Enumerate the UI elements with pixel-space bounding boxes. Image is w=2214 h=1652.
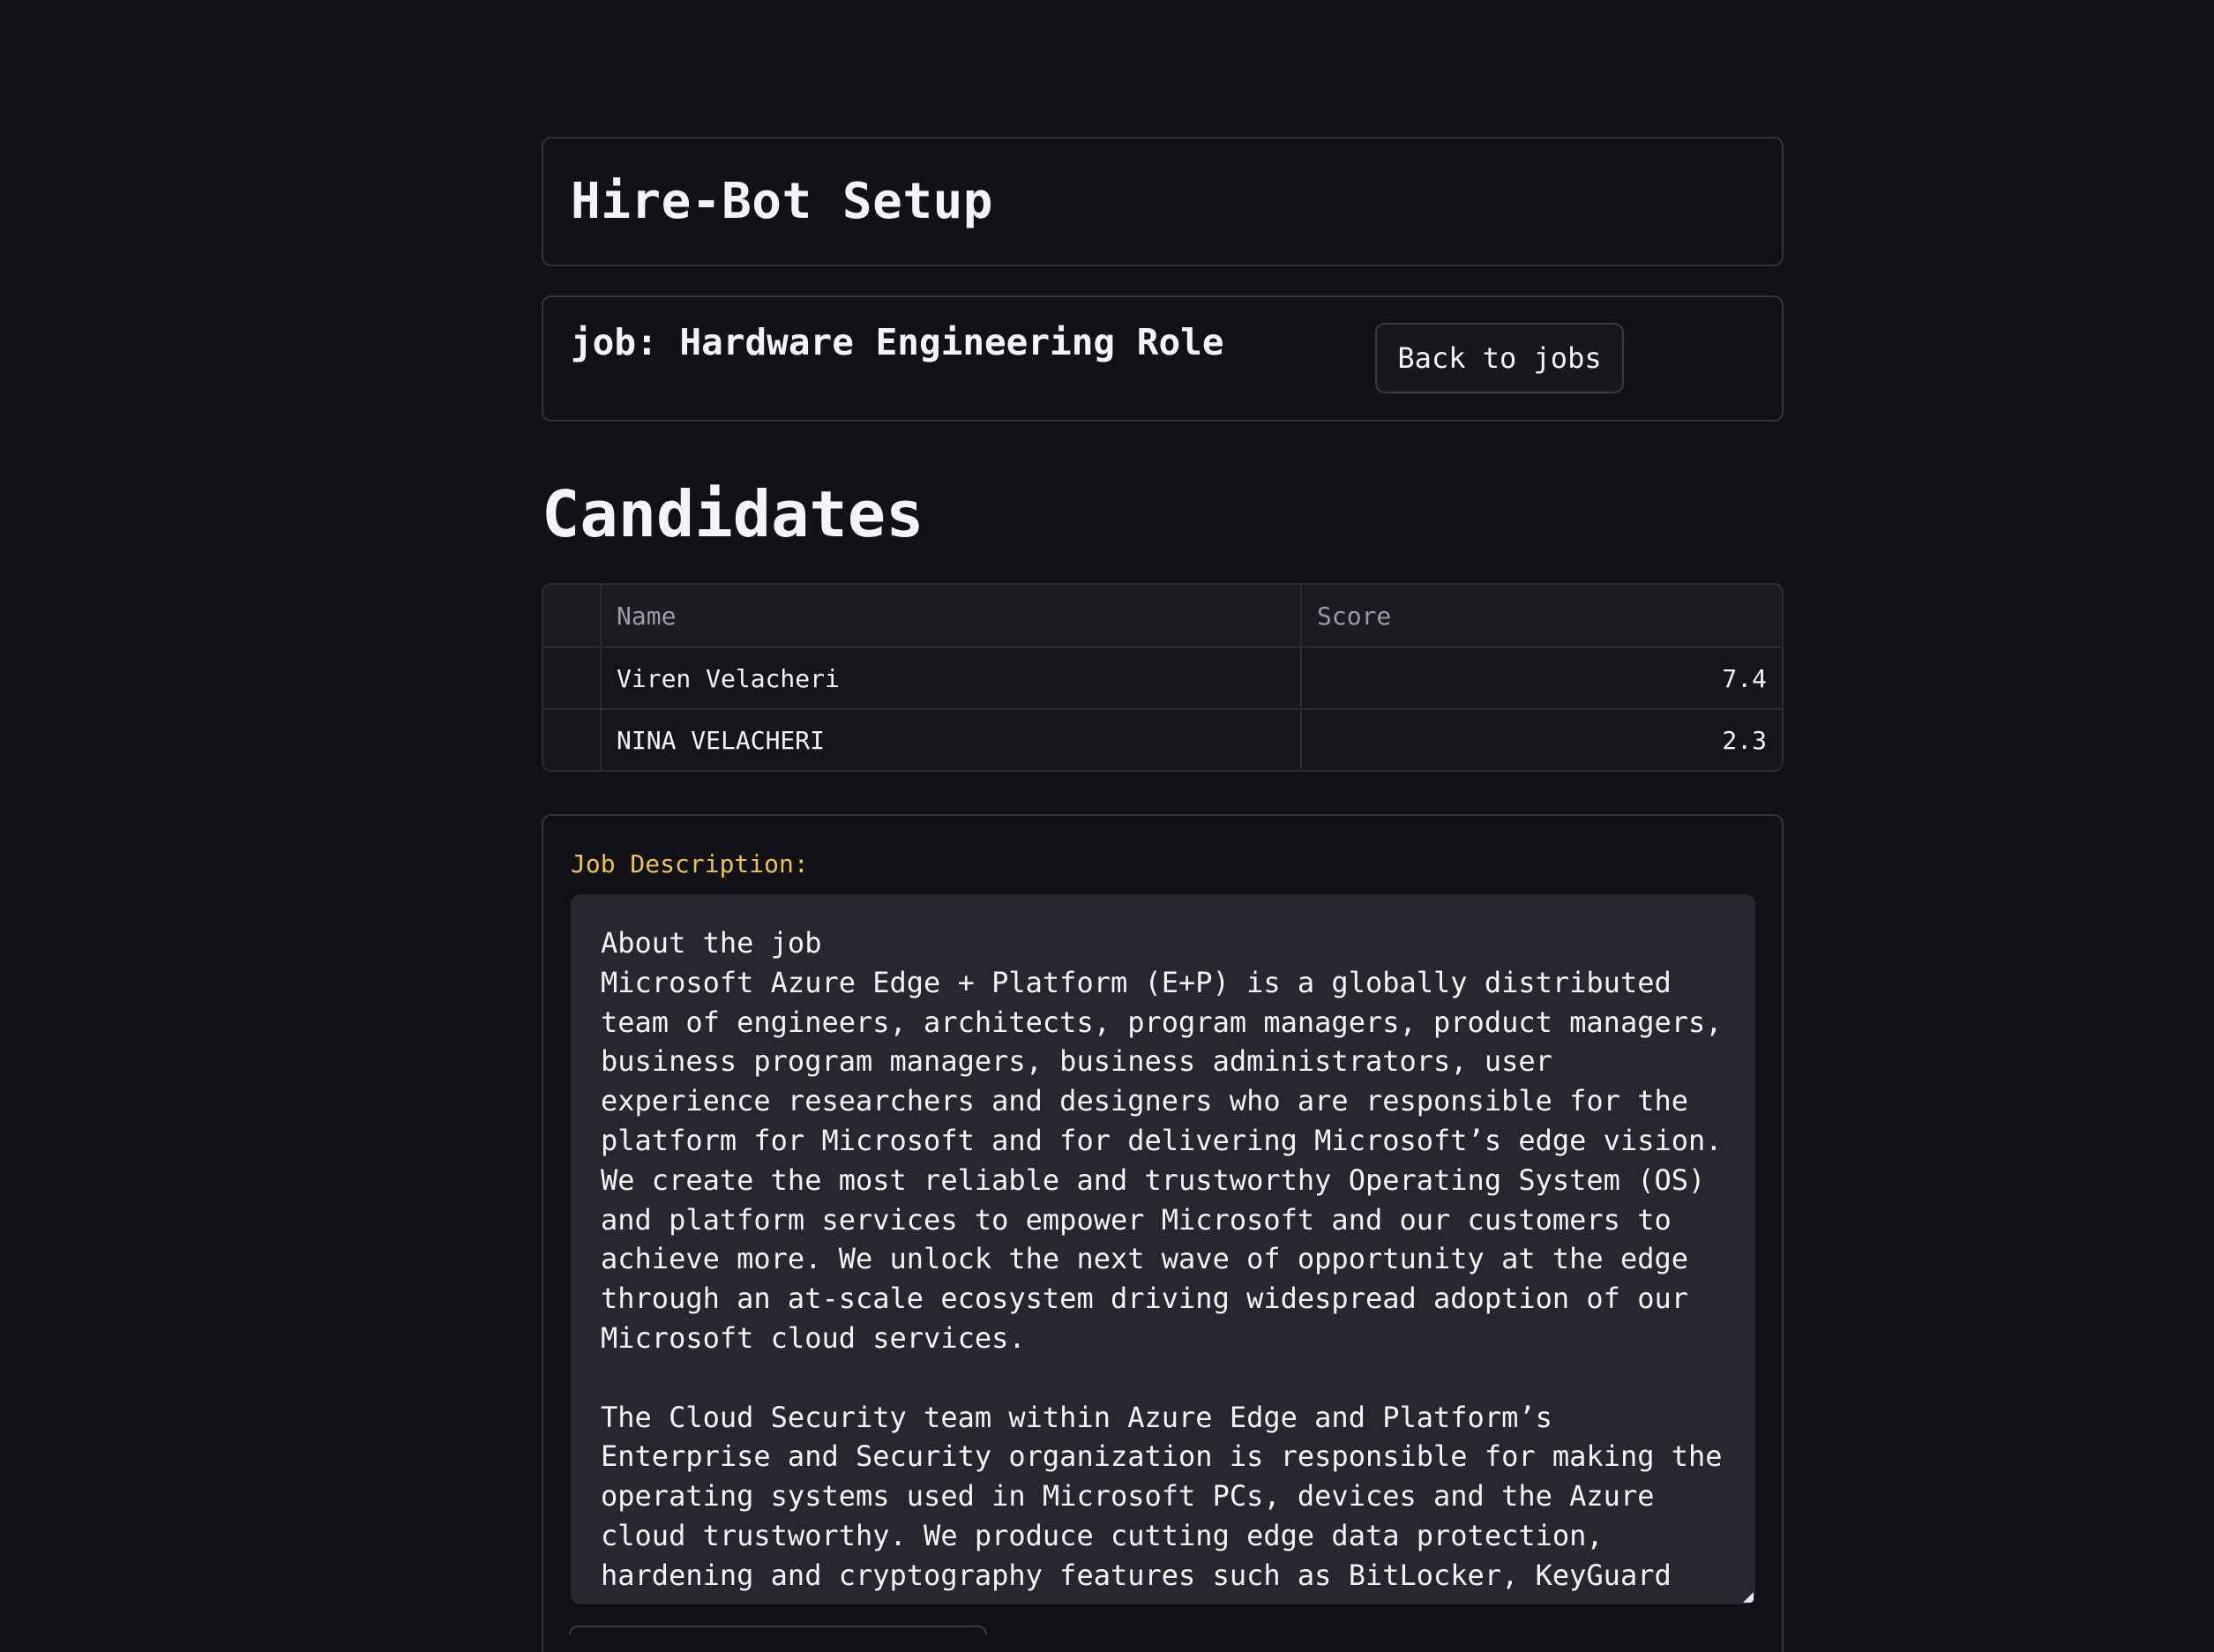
- name-column-header[interactable]: Name: [601, 585, 1302, 648]
- candidates-table[interactable]: Name Score Viren Velacheri 7.4 NINA VELA…: [542, 583, 1784, 772]
- row-index-cell[interactable]: [543, 647, 602, 710]
- candidate-score-cell[interactable]: 7.4: [1301, 647, 1782, 710]
- candidate-name-cell[interactable]: NINA VELACHERI: [601, 709, 1302, 770]
- job-description-label: Job Description:: [571, 849, 809, 878]
- candidates-heading: Candidates: [542, 477, 924, 551]
- table-row[interactable]: NINA VELACHERI 2.3: [543, 709, 1782, 770]
- candidate-score-cell[interactable]: 2.3: [1301, 709, 1782, 770]
- job-description-panel: Job Description: About the job Microsoft…: [542, 814, 1784, 1652]
- score-column-header[interactable]: Score: [1301, 585, 1782, 648]
- page-title: Hire-Bot Setup: [571, 173, 994, 230]
- candidate-name-cell[interactable]: Viren Velacheri: [601, 647, 1302, 710]
- main-content: Hire-Bot Setup job: Hardware Engineering…: [542, 137, 1784, 1652]
- job-panel: job: Hardware Engineering Role Back to j…: [542, 295, 1784, 422]
- title-panel: Hire-Bot Setup: [542, 137, 1784, 266]
- job-description-textarea[interactable]: About the job Microsoft Azure Edge + Pla…: [571, 894, 1755, 1604]
- partially-visible-button[interactable]: [569, 1626, 987, 1634]
- job-title: job: Hardware Engineering Role: [571, 321, 1224, 363]
- index-column-header[interactable]: [543, 585, 602, 648]
- row-index-cell[interactable]: [543, 709, 602, 770]
- table-header-row: Name Score: [543, 585, 1782, 648]
- job-description-text[interactable]: About the job Microsoft Azure Edge + Pla…: [601, 923, 1725, 1596]
- back-to-jobs-button[interactable]: Back to jobs: [1375, 323, 1624, 393]
- resize-handle-icon[interactable]: [1743, 1592, 1754, 1603]
- table-row[interactable]: Viren Velacheri 7.4: [543, 647, 1782, 710]
